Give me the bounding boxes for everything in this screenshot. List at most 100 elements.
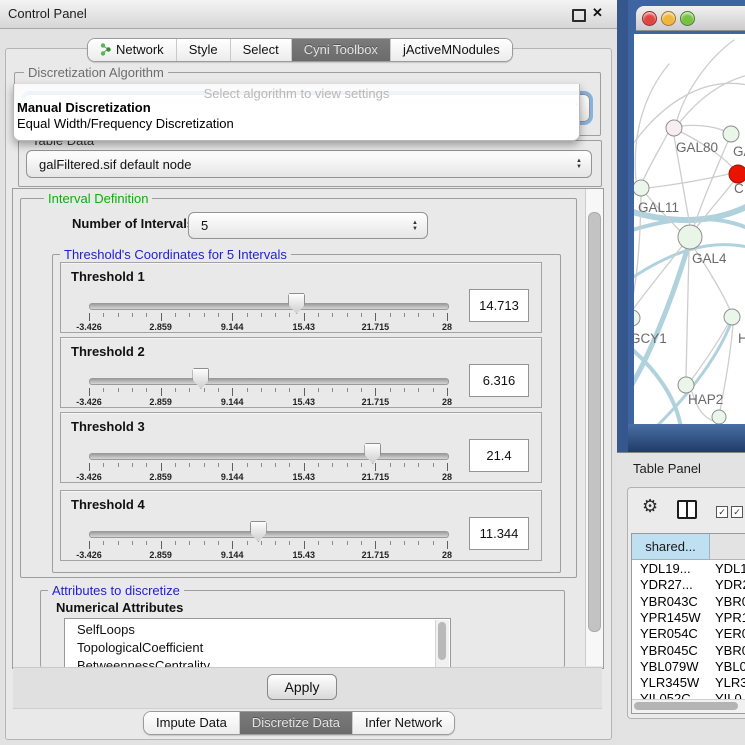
table-row[interactable]: YPR145WYPR1 xyxy=(632,610,745,627)
close-icon[interactable]: ✕ xyxy=(592,5,603,21)
table-hscrollbar[interactable] xyxy=(632,699,745,713)
cell-name: YDL1 xyxy=(709,561,745,578)
checkbox-icon[interactable]: ✓ xyxy=(716,506,728,518)
slider-handle[interactable] xyxy=(288,293,305,314)
apply-button[interactable]: Apply xyxy=(267,674,337,700)
minor-tick xyxy=(332,388,333,392)
tick-label: 28 xyxy=(424,472,470,482)
bottom-tab-infer-network[interactable]: Infer Network xyxy=(352,712,454,734)
tab-jactivemnodules[interactable]: jActiveMNodules xyxy=(390,39,512,61)
slider-handle[interactable] xyxy=(250,521,267,542)
network-node[interactable] xyxy=(666,120,682,136)
network-edge[interactable] xyxy=(686,249,689,377)
network-edge[interactable] xyxy=(677,40,734,120)
cell-shared-name: YDR27... xyxy=(632,577,709,594)
network-edge[interactable] xyxy=(634,240,690,394)
spinner-icon: ▲▼ xyxy=(412,220,418,232)
minor-tick xyxy=(347,313,348,317)
minor-tick xyxy=(118,541,119,545)
tab-style[interactable]: Style xyxy=(176,39,230,61)
bottom-tab-impute-data[interactable]: Impute Data xyxy=(144,712,239,734)
popup-item-2[interactable]: Equal Width/Frequency Discretization xyxy=(17,116,234,131)
minimize-traffic-light[interactable] xyxy=(661,11,676,26)
table-row[interactable]: YBL079WYBL0 xyxy=(632,659,745,676)
close-traffic-light[interactable] xyxy=(642,11,657,26)
node-label: GAL4 xyxy=(692,251,727,266)
settings-scrollbar[interactable] xyxy=(585,189,603,666)
network-edge[interactable] xyxy=(634,344,682,424)
network-window-titlebar[interactable] xyxy=(636,6,745,31)
control-panel-window: Control Panel ✕ NetworkStyleSelectCyni T… xyxy=(0,0,617,745)
zoom-traffic-light[interactable] xyxy=(680,11,695,26)
network-node[interactable] xyxy=(634,180,649,196)
tab-select[interactable]: Select xyxy=(230,39,291,61)
column-header-name[interactable]: n... xyxy=(710,534,745,560)
table-row[interactable]: YDR27...YDR2 xyxy=(632,577,745,594)
major-tick xyxy=(375,313,376,321)
checkbox-icon[interactable]: ✓ xyxy=(731,506,743,518)
table-row[interactable]: YBR045CYBR0 xyxy=(632,643,745,660)
minor-tick xyxy=(189,313,190,317)
popup-item-1[interactable]: Manual Discretization xyxy=(17,100,151,115)
network-node[interactable] xyxy=(712,410,726,424)
attributes-list-scrollbar[interactable] xyxy=(435,620,449,667)
bottom-tab-discretize-data[interactable]: Discretize Data xyxy=(239,712,352,734)
network-edge[interactable] xyxy=(648,174,729,188)
number-of-intervals-combo[interactable]: 5 ▲▼ xyxy=(188,212,428,239)
network-node[interactable] xyxy=(634,310,640,326)
minor-tick xyxy=(418,313,419,317)
tab-network[interactable]: Network xyxy=(88,39,176,61)
cyni-bottom-tabs: Impute DataDiscretize DataInfer Network xyxy=(143,711,455,735)
network-edge[interactable] xyxy=(692,324,728,379)
cell-name: YDR2 xyxy=(709,577,745,594)
network-node[interactable] xyxy=(678,225,702,249)
table-row[interactable]: YLR345WYLR3 xyxy=(632,675,745,692)
threshold-value-field[interactable]: 21.4 xyxy=(469,439,529,472)
gear-icon[interactable]: ⚙ xyxy=(642,496,658,517)
column-header-shared-name[interactable]: shared... xyxy=(632,534,710,560)
float-window-icon[interactable] xyxy=(572,9,586,22)
network-edge[interactable] xyxy=(682,125,724,131)
slider-track[interactable] xyxy=(89,453,449,460)
table-data-combo[interactable]: galFiltered.sif default node ▲▼ xyxy=(26,150,592,178)
tab-label: Select xyxy=(243,42,279,57)
major-tick xyxy=(89,313,90,321)
threshold-value-field[interactable]: 6.316 xyxy=(469,364,529,397)
network-node[interactable] xyxy=(724,309,740,325)
table-row[interactable]: YDL19...YDL1 xyxy=(632,561,745,578)
slider-track[interactable] xyxy=(89,378,449,385)
split-columns-icon[interactable] xyxy=(677,500,697,519)
minor-tick xyxy=(132,541,133,545)
cell-name: YLR3 xyxy=(709,675,745,692)
network-node[interactable] xyxy=(723,126,739,142)
node-table[interactable]: shared... n... YDL19...YDL1YDR27...YDR2Y… xyxy=(631,533,745,714)
network-canvas[interactable]: GAL80GACGAL11GAL4GCY1HHAP2 xyxy=(634,34,745,424)
threshold-value-field[interactable]: 14.713 xyxy=(469,289,529,322)
spinner-icon: ▲▼ xyxy=(576,158,582,170)
scrollbar-thumb[interactable] xyxy=(438,622,446,660)
attributes-list[interactable]: SelfLoopsTopologicalCoefficientBetweenne… xyxy=(64,618,451,669)
slider-track[interactable] xyxy=(89,531,449,538)
network-edge[interactable] xyxy=(680,74,745,122)
slider-handle[interactable] xyxy=(364,443,381,464)
major-tick xyxy=(89,541,90,549)
scrollbar-thumb[interactable] xyxy=(588,212,601,632)
table-header[interactable]: shared... n... xyxy=(632,534,745,560)
scrollbar-thumb[interactable] xyxy=(634,702,738,710)
table-row[interactable]: YER054CYER0 xyxy=(632,626,745,643)
minor-tick xyxy=(332,313,333,317)
network-edge[interactable] xyxy=(643,133,668,181)
slider-track[interactable] xyxy=(89,303,449,310)
minor-tick xyxy=(390,388,391,392)
minor-tick xyxy=(189,388,190,392)
attribute-item[interactable]: SelfLoops xyxy=(77,622,135,637)
attribute-item[interactable]: TopologicalCoefficient xyxy=(77,640,203,655)
threshold-value-field[interactable]: 11.344 xyxy=(469,517,529,550)
tab-label: jActiveMNodules xyxy=(403,42,500,57)
tab-cyni-toolbox[interactable]: Cyni Toolbox xyxy=(291,39,390,61)
table-row[interactable]: YBR043CYBR0 xyxy=(632,594,745,611)
major-tick xyxy=(304,541,305,549)
network-node[interactable] xyxy=(678,377,694,393)
slider-handle[interactable] xyxy=(192,368,209,389)
network-edge[interactable] xyxy=(634,246,682,311)
